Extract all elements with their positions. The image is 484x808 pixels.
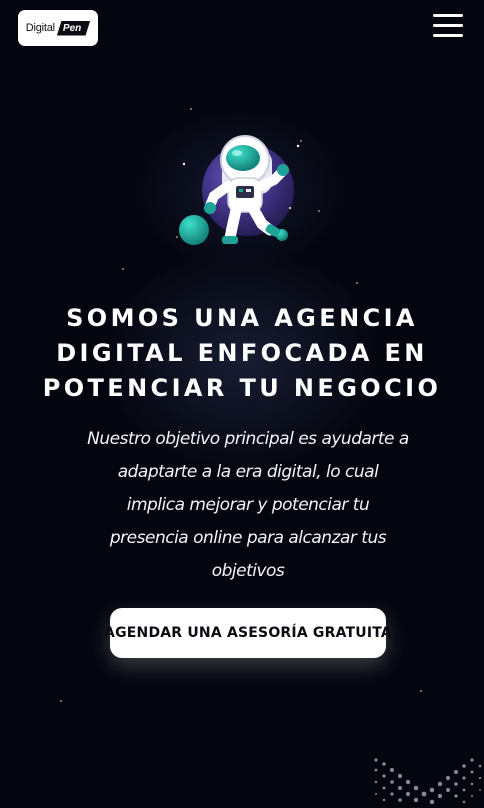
chest-panel xyxy=(236,186,254,198)
description-line: Nuestro objetivo principal es ayudarte a xyxy=(87,429,409,449)
description-line: presencia online para alcanzar tus xyxy=(109,528,387,548)
headline-line: SOMOS UNA AGENCIA xyxy=(66,304,418,332)
chest-light xyxy=(239,189,243,192)
visor-shine xyxy=(232,150,242,156)
description-line: implica mejorar y potenciar tu xyxy=(126,495,370,515)
hamburger-menu-icon[interactable] xyxy=(431,14,465,40)
headline-line: DIGITAL ENFOCADA EN xyxy=(56,339,428,367)
sparkle xyxy=(289,207,291,209)
brand-logo[interactable]: Digital Pen xyxy=(18,10,98,46)
logo-wordmark: Digital xyxy=(25,22,55,34)
star-decoration xyxy=(190,108,192,110)
astronaut-illustration xyxy=(179,135,300,245)
chest-light xyxy=(246,189,251,192)
description-line: adaptarte a la era digital, lo cual xyxy=(117,462,379,482)
astronaut-boot xyxy=(222,236,238,244)
astronaut-glove xyxy=(277,164,289,176)
star-decoration xyxy=(122,268,124,270)
menu-bar xyxy=(433,24,463,27)
landing-page: Digital Pen SOMOS UNA AGENCIA DIGITAL EN… xyxy=(0,0,484,808)
star-decoration xyxy=(356,282,358,284)
astronaut-leg xyxy=(224,204,242,244)
halftone-decoration xyxy=(374,758,482,805)
star-decoration xyxy=(60,700,62,702)
menu-bar xyxy=(433,34,463,37)
logo-pen-mark: Pen xyxy=(56,20,91,36)
sparkle xyxy=(182,162,186,166)
helmet-visor xyxy=(226,145,260,171)
astronaut-glove xyxy=(204,202,216,214)
headline-line: POTENCIAR TU NEGOCIO xyxy=(42,374,442,402)
sparkle xyxy=(296,144,300,148)
description-line: objetivos xyxy=(211,561,285,581)
menu-bar xyxy=(433,14,463,17)
star-decoration xyxy=(420,690,422,692)
star-decoration xyxy=(318,210,320,212)
schedule-consultation-button[interactable]: AGENDAR UNA ASESORÍA GRATUITA xyxy=(104,608,392,658)
teal-planet xyxy=(179,215,209,245)
hero-description: Nuestro objetivo principal es ayudarte a… xyxy=(62,423,434,588)
hero-headline: SOMOS UNA AGENCIA DIGITAL ENFOCADA EN PO… xyxy=(12,301,472,406)
